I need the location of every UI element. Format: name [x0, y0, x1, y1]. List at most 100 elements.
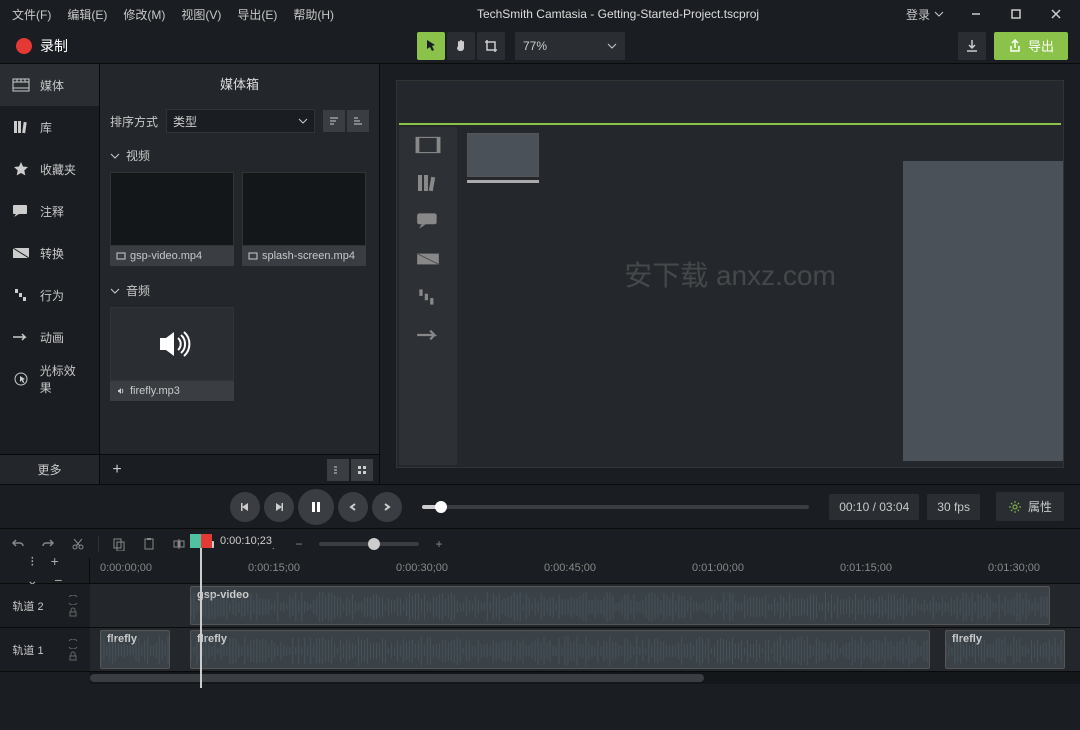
preview-canvas[interactable]: 安下载 anxz.com — [396, 80, 1064, 468]
media-group-header[interactable]: 视频 — [110, 147, 369, 164]
media-item[interactable]: firefly.mp3 — [110, 307, 234, 401]
timeline-clip[interactable]: flrefly — [190, 630, 930, 669]
track-content[interactable]: gsp-video — [90, 584, 1080, 627]
playback-fps: 30 fps — [927, 494, 980, 520]
copy-button[interactable] — [109, 534, 129, 554]
playhead-time: 0:00:10;23 — [216, 534, 276, 548]
side-tool-animation[interactable]: 动画 — [0, 316, 99, 358]
side-tool-cursor[interactable]: 光标效果 — [0, 358, 99, 400]
sort-select[interactable]: 类型 — [166, 109, 315, 133]
side-tool-label: 光标效果 — [40, 362, 87, 396]
window-controls — [956, 0, 1076, 28]
canvas-clip-preview — [903, 161, 1063, 461]
redo-button[interactable] — [38, 534, 58, 554]
paste-button[interactable] — [139, 534, 159, 554]
side-tool-film[interactable]: 媒体 — [0, 64, 99, 106]
export-label: 导出 — [1028, 36, 1054, 55]
select-tool[interactable] — [417, 32, 445, 60]
side-tool-books[interactable]: 库 — [0, 106, 99, 148]
close-button[interactable] — [1036, 0, 1076, 28]
books-icon — [415, 173, 441, 193]
timeline-tools: − + — [0, 528, 1080, 558]
timeline-ruler[interactable]: 0:00:10;23 0:00:00;000:00:15;000:00:30;0… — [90, 558, 1080, 583]
zoom-out-button[interactable]: − — [289, 534, 309, 554]
next-button[interactable] — [372, 492, 402, 522]
playback-time: 00:10 / 03:04 — [829, 494, 919, 520]
export-button[interactable]: 导出 — [994, 32, 1068, 60]
zoom-value: 77% — [523, 39, 547, 53]
login-button[interactable]: 登录 — [894, 6, 956, 23]
side-tool-label: 注释 — [40, 203, 64, 220]
prev-frame-button[interactable] — [230, 492, 260, 522]
timeline-tick: 0:00:00;00 — [100, 562, 152, 574]
media-item[interactable]: gsp-video.mp4 — [110, 172, 234, 266]
titlebar: 文件(F)编辑(E)修改(M)视图(V)导出(E)帮助(H) TechSmith… — [0, 0, 1080, 28]
media-panel: 媒体箱 排序方式 类型 视频gsp-video.mp4splash-screen… — [100, 64, 380, 484]
menu-item[interactable]: 修改(M) — [115, 2, 173, 27]
timeline-clip[interactable]: gsp-video — [190, 586, 1050, 625]
track-toggle-icon[interactable] — [67, 595, 79, 605]
track-toggle-icon[interactable] — [67, 639, 79, 649]
window-title: TechSmith Camtasia - Getting-Started-Pro… — [342, 7, 894, 21]
zoom-in-button[interactable]: + — [429, 534, 449, 554]
menu-item[interactable]: 编辑(E) — [59, 2, 115, 27]
side-more-button[interactable]: 更多 — [0, 454, 99, 484]
prev-button[interactable] — [338, 492, 368, 522]
side-tool-star[interactable]: 收藏夹 — [0, 148, 99, 190]
media-item-name: splash-screen.mp4 — [262, 250, 355, 262]
crop-tool[interactable] — [477, 32, 505, 60]
menu-item[interactable]: 帮助(H) — [285, 2, 342, 27]
media-item-name: gsp-video.mp4 — [130, 250, 202, 262]
add-media-button[interactable]: + — [106, 459, 128, 481]
playback-progress[interactable] — [422, 505, 809, 509]
timeline-clip[interactable]: flrefly — [100, 630, 170, 669]
zoom-select[interactable]: 77% — [515, 32, 625, 60]
minimize-button[interactable] — [956, 0, 996, 28]
playhead[interactable]: 0:00:10;23 — [190, 534, 212, 548]
play-pause-button[interactable] — [298, 489, 334, 525]
hand-tool[interactable] — [447, 32, 475, 60]
sort-desc-button[interactable] — [347, 110, 369, 132]
undo-button[interactable] — [8, 534, 28, 554]
books-icon — [12, 118, 30, 136]
track-content[interactable]: flrefly flrefly flrefly — [90, 628, 1080, 671]
timeline-tick: 0:01:15;00 — [840, 562, 892, 574]
menu-item[interactable]: 文件(F) — [4, 2, 59, 27]
media-item[interactable]: splash-screen.mp4 — [242, 172, 366, 266]
menu-item[interactable]: 导出(E) — [229, 2, 285, 27]
timeline-zoom-slider[interactable] — [319, 542, 419, 546]
side-tool-annotation[interactable]: 注释 — [0, 190, 99, 232]
chevron-down-icon — [110, 286, 120, 296]
record-button[interactable]: 录制 — [0, 36, 84, 56]
cut-button[interactable] — [68, 534, 88, 554]
side-tool-behavior[interactable]: 行为 — [0, 274, 99, 316]
lock-icon[interactable] — [68, 651, 78, 661]
media-group-header[interactable]: 音频 — [110, 282, 369, 299]
list-view-button[interactable] — [327, 459, 349, 481]
timeline-scrollbar[interactable] — [0, 672, 1080, 684]
behavior-icon — [12, 286, 30, 304]
timeline-tick: 0:00:30;00 — [396, 562, 448, 574]
speech-icon — [415, 211, 441, 231]
add-track-button[interactable]: + — [51, 553, 59, 570]
timeline-clip[interactable]: flrefly — [945, 630, 1065, 669]
split-button[interactable] — [169, 534, 189, 554]
watermark: 安下载 anxz.com — [624, 254, 836, 294]
sort-label: 排序方式 — [110, 113, 158, 130]
menu-item[interactable]: 视图(V) — [173, 2, 229, 27]
playback-bar: 00:10 / 03:04 30 fps 属性 — [0, 484, 1080, 528]
download-button[interactable] — [958, 32, 986, 60]
timeline-tick: 0:00:45;00 — [544, 562, 596, 574]
maximize-button[interactable] — [996, 0, 1036, 28]
chevron-down-icon — [298, 116, 308, 126]
properties-button[interactable]: 属性 — [996, 492, 1064, 521]
transition-icon — [12, 244, 30, 262]
sort-asc-button[interactable] — [323, 110, 345, 132]
audio-file-icon — [116, 386, 126, 396]
next-frame-button[interactable] — [264, 492, 294, 522]
lock-icon[interactable] — [68, 607, 78, 617]
grid-view-button[interactable] — [351, 459, 373, 481]
side-tool-transition[interactable]: 转换 — [0, 232, 99, 274]
timeline-track: 轨道 1flreflyflreflyflrefly — [0, 628, 1080, 672]
marker-expand-button[interactable]: ⁝ — [30, 553, 34, 570]
